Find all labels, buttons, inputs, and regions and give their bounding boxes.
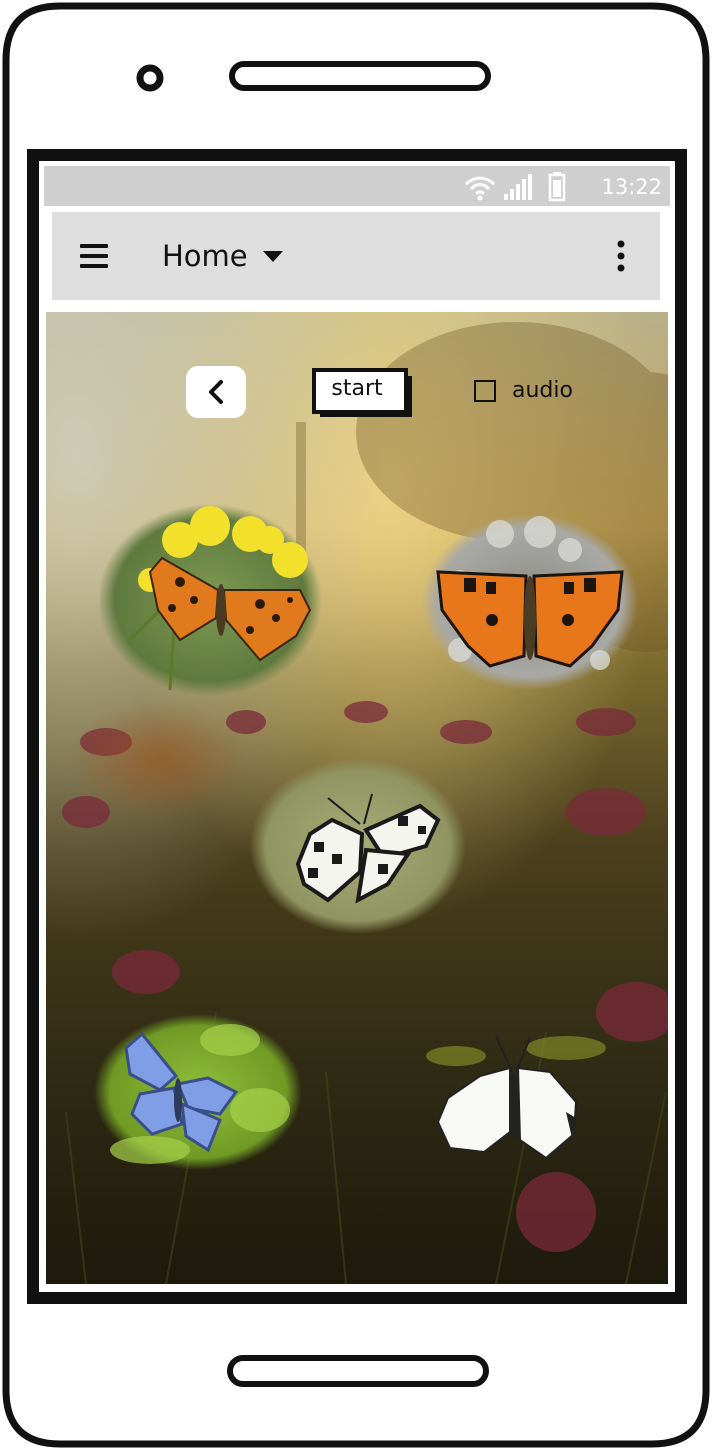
audio-label: audio	[512, 378, 573, 403]
meadow-scene: start audio	[46, 312, 668, 1284]
status-time: 13:22	[601, 175, 662, 199]
title-dropdown[interactable]: Home	[162, 236, 284, 276]
comma-butterfly[interactable]	[100, 500, 330, 700]
audio-toggle[interactable]: audio	[474, 378, 573, 403]
start-label: start	[331, 375, 383, 401]
start-button[interactable]: start	[312, 368, 412, 417]
marbled-white-butterfly[interactable]	[248, 754, 470, 938]
page-title: Home	[162, 239, 248, 273]
small-tortoiseshell-butterfly[interactable]	[420, 510, 640, 696]
audio-checkbox[interactable]	[474, 379, 496, 402]
phone-screen: 13:22 Home start audio	[44, 166, 670, 1288]
wifi-icon	[465, 176, 495, 201]
battery-icon	[548, 172, 566, 202]
common-blue-butterfly[interactable]	[90, 1010, 304, 1174]
chevron-left-icon	[209, 380, 223, 404]
signal-icon	[504, 174, 532, 200]
app-bar: Home	[52, 212, 660, 300]
back-button[interactable]	[186, 366, 246, 418]
status-icons	[465, 172, 566, 202]
status-bar: 13:22	[44, 166, 670, 206]
more-vertical-icon[interactable]	[616, 240, 626, 272]
dropdown-caret-icon	[262, 251, 283, 262]
cabbage-white-butterfly[interactable]	[426, 1028, 606, 1176]
hamburger-menu-icon[interactable]	[78, 242, 110, 270]
